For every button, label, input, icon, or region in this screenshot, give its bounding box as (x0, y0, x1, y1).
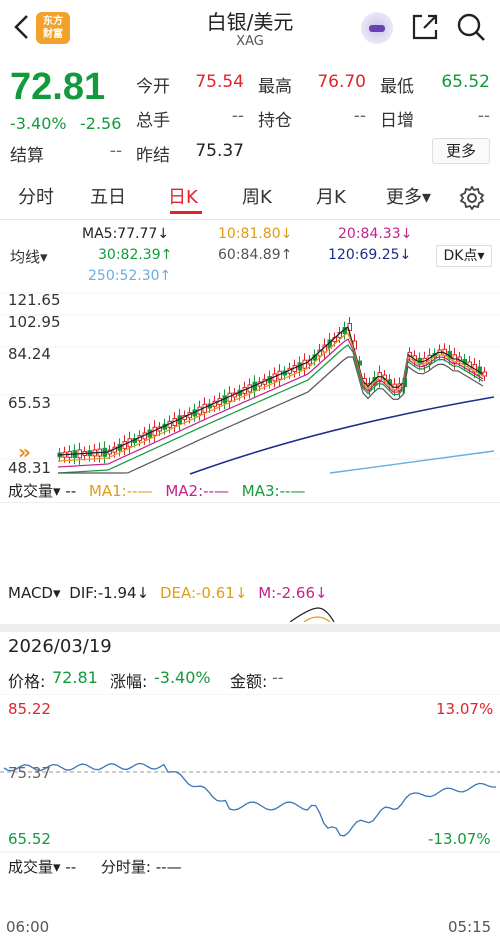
value-prev-settlement: 75.37 (195, 141, 244, 161)
volume-value: -- (65, 482, 77, 500)
intraday-prev-close: 75.37 (8, 764, 51, 782)
detail-price: 72.81 (52, 668, 98, 687)
intraday-volume-legend: 成交量▾ -- 分时量: --— (8, 856, 182, 877)
intraday-volume-selector[interactable]: 成交量▾ (8, 858, 61, 876)
volume-ma2: MA2:--— (165, 482, 229, 500)
active-tab-indicator (170, 211, 202, 214)
macd-dea: DEA:-0.61↓ (159, 584, 248, 602)
section-divider (0, 624, 500, 632)
macd-m: M:-2.66↓ (258, 584, 328, 602)
ma250-line (329, 450, 495, 474)
ma30-value: 30:82.39↑ (98, 247, 173, 263)
label-high: 最高 (258, 77, 292, 97)
volume-ma3: MA3:--— (241, 482, 306, 500)
avatar[interactable] (361, 12, 393, 44)
ma120-value: 120:69.25↓ (328, 247, 412, 263)
volume-legend: 成交量▾ -- MA1:--— MA2:--— MA3:--— (8, 480, 305, 501)
detail-amount-label: 金额: (230, 672, 268, 691)
share-icon[interactable] (410, 12, 440, 42)
ma-selector[interactable]: 均线▾ (10, 246, 48, 267)
volume-selector[interactable]: 成交量▾ (8, 482, 61, 500)
volume-ma1: MA1:--— (88, 482, 153, 500)
detail-amount: -- (272, 668, 284, 687)
macd-legend: MACD▾ DIF:-1.94↓ DEA:-0.61↓ M:-2.66↓ (8, 584, 328, 602)
label-prev-settlement: 昨结 (136, 146, 170, 166)
top-bar: 东方 财富 白银/美元 XAG (0, 0, 500, 58)
intraday-low: 65.52 (8, 830, 51, 848)
detail-date: 2026/03/19 (8, 636, 112, 657)
ma5-value: MA5:77.77↓ (82, 226, 170, 242)
last-price: 72.81 (10, 66, 106, 108)
tab-intraday[interactable]: 分时 (18, 176, 54, 220)
tab-monthly-k[interactable]: 月K (316, 176, 346, 220)
intraday-volume-value: -- (65, 858, 77, 876)
intraday-low-pct: -13.07% (428, 830, 491, 848)
value-daily-increase: -- (477, 106, 490, 126)
tab-five-day[interactable]: 五日 (90, 176, 126, 220)
detail-pct-label: 涨幅: (110, 672, 148, 691)
kchart-axis-label: 65.53 (8, 394, 51, 412)
intraday-high-pct: 13.07% (436, 700, 494, 718)
label-settlement: 结算 (10, 146, 44, 166)
more-button[interactable]: 更多 (432, 138, 490, 164)
divider (0, 502, 500, 503)
ma120-line (189, 396, 495, 475)
tab-more[interactable]: 更多▾ (386, 176, 431, 220)
candle-body (482, 371, 487, 377)
end-time: 05:15 (448, 918, 492, 936)
ma20-value: 20:84.33↓ (338, 226, 413, 242)
value-position: -- (353, 106, 366, 126)
period-tabs: 分时 五日 日K 周K 月K 更多▾ (0, 176, 500, 220)
intraday-high: 85.22 (8, 700, 51, 718)
dk-point-selector[interactable]: DK点▾ (436, 245, 492, 267)
tab-weekly-k[interactable]: 周K (242, 176, 272, 220)
intraday-fsl-label: 分时量: (100, 858, 151, 876)
label-low: 最低 (380, 77, 414, 97)
candlestick-chart[interactable] (0, 287, 500, 477)
value-open: 75.54 (195, 72, 244, 92)
detail-price-label: 价格: (8, 672, 46, 691)
kchart-axis-label: 84.24 (8, 345, 51, 363)
value-low: 65.52 (441, 72, 490, 92)
label-open: 今开 (136, 77, 170, 97)
ma60-value: 60:84.89↑ (218, 247, 293, 263)
kchart-axis-label: 102.95 (8, 313, 61, 331)
search-icon[interactable] (456, 12, 486, 42)
gear-icon[interactable] (459, 185, 485, 211)
intraday-fsl-value: --— (155, 858, 182, 876)
detail-pct: -3.40% (154, 668, 211, 687)
intraday-chart[interactable] (0, 694, 500, 854)
value-volume: -- (231, 106, 244, 126)
macd-dif: DIF:-1.94↓ (69, 584, 150, 602)
ma60-line (58, 356, 484, 474)
label-volume: 总手 (136, 111, 170, 131)
macd-curve-fragment (290, 607, 335, 622)
macd-selector[interactable]: MACD▾ (8, 584, 61, 602)
ma10-value: 10:81.80↓ (218, 226, 293, 242)
value-high: 76.70 (317, 72, 366, 92)
label-daily-increase: 日增 (380, 111, 414, 131)
change-value: -2.56 (80, 114, 122, 133)
start-time: 06:00 (6, 918, 50, 936)
kchart-axis-label: 121.65 (8, 291, 61, 309)
change-pct: -3.40% (10, 114, 67, 133)
label-position: 持仓 (258, 111, 292, 131)
value-settlement: -- (109, 141, 122, 161)
expand-arrows-icon[interactable]: » (18, 440, 50, 464)
ma250-value: 250:52.30↑ (88, 268, 172, 284)
intraday-price-line (3, 762, 496, 837)
